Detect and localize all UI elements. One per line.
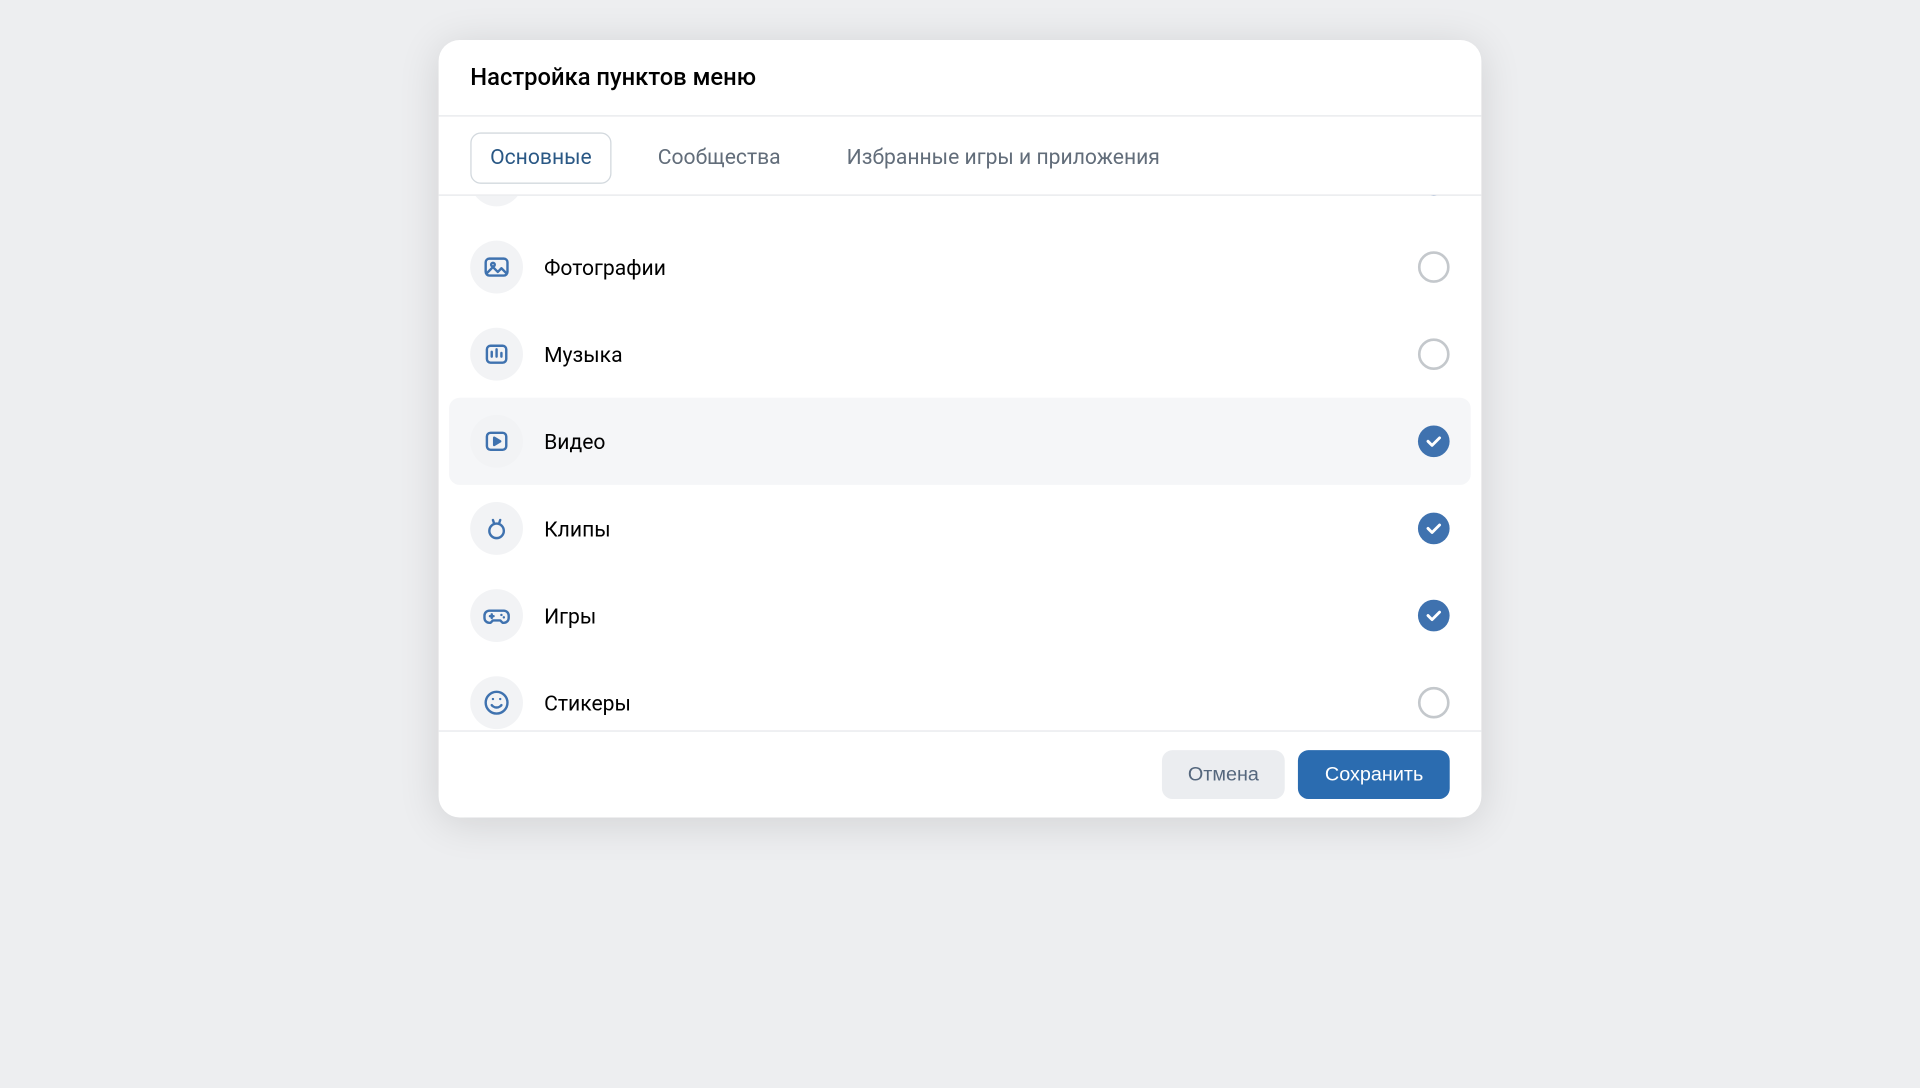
button-label: Сохранить (1325, 763, 1423, 785)
list-item[interactable]: Игры (439, 572, 1482, 659)
modal-title: Настройка пунктов меню (470, 64, 1449, 92)
tab-label: Избранные игры и приложения (847, 144, 1160, 169)
button-label: Отмена (1188, 763, 1259, 785)
games-icon (470, 589, 523, 642)
checkbox-checked[interactable] (1418, 425, 1450, 457)
checkbox-checked[interactable] (1418, 513, 1450, 545)
video-icon (470, 415, 523, 468)
modal-footer: Отмена Сохранить (439, 730, 1482, 817)
item-label: Видео (544, 429, 1397, 454)
music-icon (470, 328, 523, 381)
list-item[interactable] (439, 196, 1482, 224)
list-item[interactable]: Фотографии (439, 223, 1482, 310)
stickers-icon (470, 676, 523, 729)
settings-modal: Настройка пунктов меню Основные Сообщест… (439, 40, 1482, 817)
item-label: Стикеры (544, 690, 1397, 715)
menu-items-list[interactable]: Фотографии Музыка (439, 196, 1482, 731)
checkbox-unchecked[interactable] (1418, 338, 1450, 370)
list-item[interactable]: Видео (449, 398, 1471, 485)
list-item[interactable]: Стикеры (439, 659, 1482, 730)
checkbox-unchecked[interactable] (1418, 687, 1450, 719)
modal-header: Настройка пунктов меню (439, 40, 1482, 117)
save-button[interactable]: Сохранить (1299, 750, 1450, 799)
tab-favorite-games[interactable]: Избранные игры и приложения (827, 132, 1180, 183)
list-item[interactable]: Музыка (439, 311, 1482, 398)
checkbox-unchecked[interactable] (1418, 251, 1450, 283)
item-label: Игры (544, 603, 1397, 628)
cancel-button[interactable]: Отмена (1161, 750, 1285, 799)
photos-icon (470, 241, 523, 294)
tab-main[interactable]: Основные (470, 132, 611, 183)
list-item[interactable]: Клипы (439, 485, 1482, 572)
checkbox-checked[interactable] (1418, 600, 1450, 632)
tabs: Основные Сообщества Избранные игры и при… (439, 117, 1482, 196)
item-label: Музыка (544, 342, 1397, 367)
unknown-icon (470, 196, 523, 207)
clips-icon (470, 502, 523, 555)
tab-label: Основные (490, 144, 592, 169)
item-label: Фотографии (544, 255, 1397, 280)
tab-communities[interactable]: Сообщества (638, 132, 801, 183)
tab-label: Сообщества (658, 144, 781, 169)
item-label: Клипы (544, 516, 1397, 541)
